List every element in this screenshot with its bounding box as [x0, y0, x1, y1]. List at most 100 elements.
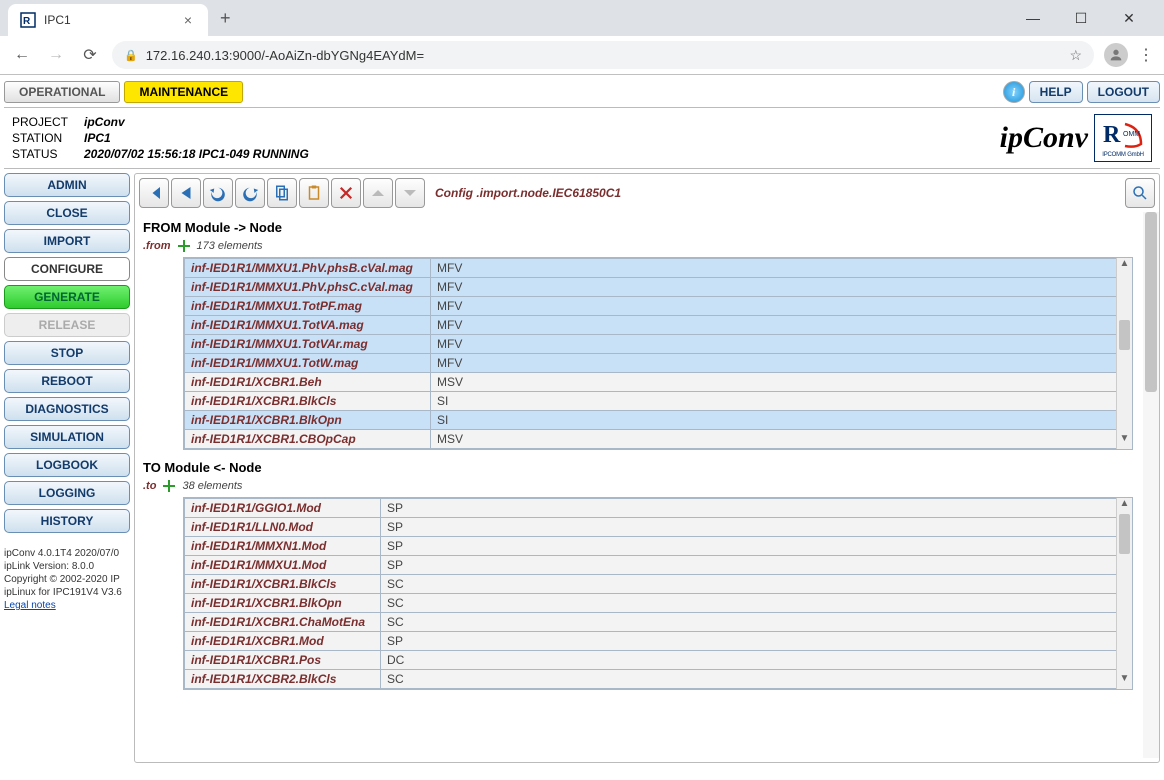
- table-row[interactable]: inf-IED1R1/GGIO1.ModSP: [185, 499, 1132, 518]
- sidebar: ADMIN CLOSE IMPORT CONFIGURE GENERATE RELEASE…: [4, 173, 130, 763]
- row-name: inf-IED1R1/MMXU1.Mod: [185, 556, 381, 575]
- address-bar: ← → ⟳ 🔒 172.16.240.13:9000/-AoAiZn-dbYGN…: [0, 36, 1164, 74]
- menu-icon[interactable]: ⋮: [1138, 45, 1154, 65]
- tab-strip: R IPC1 × + — ☐ ✕: [0, 0, 1164, 36]
- table-row[interactable]: inf-IED1R1/MMXU1.TotVA.magMFV: [185, 316, 1132, 335]
- help-button[interactable]: HELP: [1029, 81, 1083, 103]
- sidebar-close-button[interactable]: CLOSE: [4, 201, 130, 225]
- maintenance-button[interactable]: MAINTENANCE: [124, 81, 243, 103]
- table-row[interactable]: inf-IED1R1/MMXN1.ModSP: [185, 537, 1132, 556]
- undo-icon[interactable]: [203, 178, 233, 208]
- row-type: MSV: [431, 373, 1132, 392]
- sidebar-diagnostics-button[interactable]: DIAGNOSTICS: [4, 397, 130, 421]
- tab-close-icon[interactable]: ×: [180, 12, 196, 28]
- row-name: inf-IED1R1/XCBR1.Mod: [185, 632, 381, 651]
- from-scrollbar[interactable]: ▲ ▼: [1116, 258, 1132, 449]
- add-from-icon[interactable]: [177, 239, 191, 253]
- sidebar-release-button: RELEASE: [4, 313, 130, 337]
- back-button[interactable]: ←: [10, 46, 34, 64]
- favicon: R: [20, 12, 36, 28]
- table-row[interactable]: inf-IED1R1/XCBR1.ModSP: [185, 632, 1132, 651]
- sidebar-logbook-button[interactable]: LOGBOOK: [4, 453, 130, 477]
- table-row[interactable]: inf-IED1R1/XCBR1.PosDC: [185, 651, 1132, 670]
- browser-tab[interactable]: R IPC1 ×: [8, 4, 208, 36]
- table-row[interactable]: inf-IED1R1/LLN0.ModSP: [185, 518, 1132, 537]
- row-type: MFV: [431, 335, 1132, 354]
- table-row[interactable]: inf-IED1R1/MMXU1.PhV.phsC.cVal.magMFV: [185, 278, 1132, 297]
- redo-icon[interactable]: [235, 178, 265, 208]
- sidebar-logging-button[interactable]: LOGGING: [4, 481, 130, 505]
- app-body: OPERATIONAL MAINTENANCE i HELP LOGOUT PR…: [0, 75, 1164, 767]
- toolbar: Config .import.node.IEC61850C1: [139, 178, 1155, 208]
- sidebar-admin-button[interactable]: ADMIN: [4, 173, 130, 197]
- footer-line4: ipLinux for IPC191V4 V3.6: [4, 586, 130, 599]
- breadcrumb: Config .import.node.IEC61850C1: [435, 186, 621, 200]
- up-icon[interactable]: [363, 178, 393, 208]
- row-name: inf-IED1R1/MMXU1.TotPF.mag: [185, 297, 431, 316]
- paste-icon[interactable]: [299, 178, 329, 208]
- sidebar-generate-button[interactable]: GENERATE: [4, 285, 130, 309]
- row-type: MFV: [431, 297, 1132, 316]
- add-to-icon[interactable]: [162, 479, 176, 493]
- info-icon[interactable]: i: [1003, 81, 1025, 103]
- row-name: inf-IED1R1/GGIO1.Mod: [185, 499, 381, 518]
- down-icon[interactable]: [395, 178, 425, 208]
- table-row[interactable]: inf-IED1R1/MMXU1.PhV.phsB.cVal.magMFV: [185, 259, 1132, 278]
- from-line: .from 173 elements: [143, 239, 1137, 253]
- sidebar-simulation-button[interactable]: SIMULATION: [4, 425, 130, 449]
- logo-sub: IPCOMM GmbH: [1102, 152, 1143, 158]
- forward-button[interactable]: →: [44, 46, 68, 64]
- sidebar-stop-button[interactable]: STOP: [4, 341, 130, 365]
- svg-text:OMM: OMM: [1123, 131, 1140, 138]
- window-controls: — ☐ ✕: [1018, 10, 1156, 27]
- to-scrollbar[interactable]: ▲ ▼: [1116, 498, 1132, 689]
- table-row[interactable]: inf-IED1R1/XCBR1.BlkClsSI: [185, 392, 1132, 411]
- row-type: MFV: [431, 316, 1132, 335]
- row-type: SP: [381, 556, 1132, 575]
- legal-link[interactable]: Legal notes: [4, 600, 56, 611]
- sidebar-import-button[interactable]: IMPORT: [4, 229, 130, 253]
- table-row[interactable]: inf-IED1R1/XCBR1.ChaMotEnaSC: [185, 613, 1132, 632]
- logout-button[interactable]: LOGOUT: [1087, 81, 1160, 103]
- maximize-icon[interactable]: ☐: [1066, 10, 1096, 27]
- first-icon[interactable]: [139, 178, 169, 208]
- close-window-icon[interactable]: ✕: [1114, 10, 1144, 27]
- url-text: 172.16.240.13:9000/-AoAiZn-dbYGNg4EAYdM=: [146, 48, 1062, 63]
- table-row[interactable]: inf-IED1R1/MMXU1.TotW.magMFV: [185, 354, 1132, 373]
- footer-line3: Copyright © 2002-2020 IP: [4, 573, 130, 586]
- table-row[interactable]: inf-IED1R1/XCBR1.CBOpCapMSV: [185, 430, 1132, 449]
- table-row[interactable]: inf-IED1R1/MMXU1.TotPF.magMFV: [185, 297, 1132, 316]
- to-key: .to: [143, 480, 156, 492]
- row-type: SC: [381, 670, 1132, 689]
- row-name: inf-IED1R1/XCBR1.CBOpCap: [185, 430, 431, 449]
- minimize-icon[interactable]: —: [1018, 10, 1048, 27]
- table-row[interactable]: inf-IED1R1/MMXU1.ModSP: [185, 556, 1132, 575]
- row-type: SP: [381, 632, 1132, 651]
- table-row[interactable]: inf-IED1R1/MMXU1.TotVAr.magMFV: [185, 335, 1132, 354]
- operational-button[interactable]: OPERATIONAL: [4, 81, 120, 103]
- row-type: MFV: [431, 278, 1132, 297]
- row-name: inf-IED1R1/MMXU1.TotVAr.mag: [185, 335, 431, 354]
- table-row[interactable]: inf-IED1R1/XCBR1.BlkOpnSC: [185, 594, 1132, 613]
- brand-area: ipConv R OMM IPCOMM GmbH: [1000, 114, 1152, 162]
- table-row[interactable]: inf-IED1R1/XCBR2.BlkClsSC: [185, 670, 1132, 689]
- sidebar-reboot-button[interactable]: REBOOT: [4, 369, 130, 393]
- delete-icon[interactable]: [331, 178, 361, 208]
- main-area: ADMIN CLOSE IMPORT CONFIGURE GENERATE RELEASE…: [4, 173, 1160, 763]
- copy-icon[interactable]: [267, 178, 297, 208]
- table-row[interactable]: inf-IED1R1/XCBR1.BlkOpnSI: [185, 411, 1132, 430]
- row-type: SI: [431, 411, 1132, 430]
- row-type: SC: [381, 594, 1132, 613]
- sidebar-configure-button[interactable]: CONFIGURE: [4, 257, 130, 281]
- content-scrollbar[interactable]: [1143, 212, 1159, 758]
- sidebar-history-button[interactable]: HISTORY: [4, 509, 130, 533]
- reload-button[interactable]: ⟳: [78, 45, 102, 65]
- bookmark-icon[interactable]: ☆: [1069, 47, 1082, 64]
- url-field[interactable]: 🔒 172.16.240.13:9000/-AoAiZn-dbYGNg4EAYd…: [112, 41, 1094, 69]
- new-tab-button[interactable]: +: [208, 8, 243, 29]
- prev-icon[interactable]: [171, 178, 201, 208]
- table-row[interactable]: inf-IED1R1/XCBR1.BehMSV: [185, 373, 1132, 392]
- search-icon[interactable]: [1125, 178, 1155, 208]
- profile-avatar[interactable]: [1104, 43, 1128, 67]
- table-row[interactable]: inf-IED1R1/XCBR1.BlkClsSC: [185, 575, 1132, 594]
